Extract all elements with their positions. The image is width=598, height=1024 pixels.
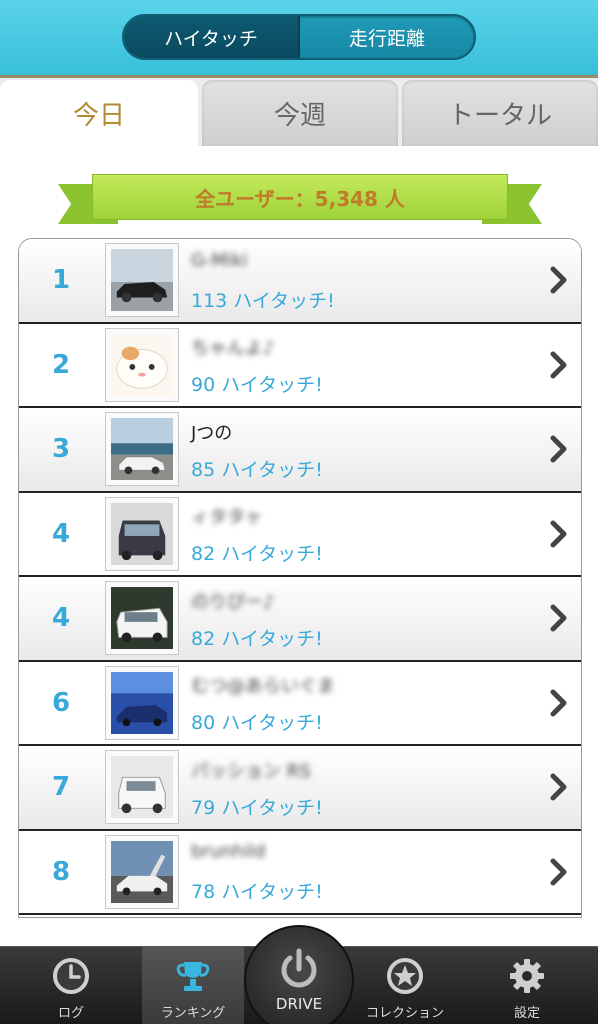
- ranking-row[interactable]: 2 ちゃんよ♪ 90 ハイタッチ!: [19, 323, 581, 408]
- row-info: ィタタヶ 82 ハイタッチ!: [191, 493, 537, 576]
- mode-segmented-control: ハイタッチ 走行距離: [122, 14, 476, 60]
- trophy-icon: [176, 962, 210, 991]
- high-touch-count: 78 ハイタッチ!: [191, 881, 323, 904]
- avatar-photo: [105, 327, 179, 402]
- ranking-row[interactable]: 4 のりぴー♪ 82 ハイタッチ!: [19, 577, 581, 662]
- row-info: パッション RS 79 ハイタッチ!: [191, 746, 537, 829]
- car-photo-image: [111, 502, 173, 565]
- chevron-right-icon: [537, 519, 581, 549]
- high-touch-count: 80 ハイタッチ!: [191, 712, 323, 735]
- ranking-row[interactable]: 7 パッション RS 79 ハイタッチ!: [19, 746, 581, 831]
- drive-label: DRIVE: [275, 995, 323, 1013]
- tab-week[interactable]: 今週: [202, 80, 398, 146]
- ranking-row[interactable]: 6 むつ@あらいぐま 80 ハイタッチ!: [19, 661, 581, 746]
- rank-number: 7: [51, 772, 71, 803]
- high-touch-count: 90 ハイタッチ!: [191, 374, 323, 397]
- header: ハイタッチ 走行距離: [0, 0, 598, 78]
- clock-icon: [53, 958, 89, 994]
- car-photo-image: [111, 671, 173, 734]
- rank-number: 1: [51, 265, 71, 296]
- car-photo: [105, 496, 179, 571]
- car-photo-image: [111, 756, 173, 819]
- car-photo-image: [111, 249, 173, 312]
- chevron-right-icon: [537, 772, 581, 802]
- user-name: パッション RS: [191, 760, 311, 782]
- gear-icon: [510, 959, 544, 993]
- user-name: ィタタヶ: [191, 507, 263, 529]
- high-touch-count: 113 ハイタッチ!: [191, 289, 335, 312]
- user-name: むつ@あらいぐま: [191, 676, 335, 698]
- high-touch-count: 79 ハイタッチ!: [191, 796, 323, 819]
- rank-number: 4: [51, 603, 71, 634]
- ranking-list: 1 G-Miki 113 ハイタッチ! 2 ちゃんよ♪ 90 ハイタッチ! 3 …: [18, 238, 582, 918]
- chevron-right-icon: [537, 350, 581, 380]
- rank-number: 8: [51, 856, 71, 887]
- total-users-banner: 全ユーザー：5,348 人: [58, 170, 542, 228]
- ranking-row[interactable]: 3 Jつの 85 ハイタッチ!: [19, 408, 581, 493]
- car-photo-image: [111, 418, 173, 481]
- car-photo: [105, 750, 179, 825]
- ranking-row[interactable]: 8 brunhild 78 ハイタッチ!: [19, 830, 581, 915]
- nav-ranking[interactable]: ランキング: [142, 947, 244, 1024]
- ranking-row[interactable]: 4 ィタタヶ 82 ハイタッチ!: [19, 492, 581, 577]
- nav-log[interactable]: ログ: [0, 947, 142, 1024]
- period-tabs: 今日 今週 トータル: [0, 78, 598, 146]
- high-touch-count: 85 ハイタッチ!: [191, 458, 323, 481]
- user-name: G-Miki: [191, 249, 248, 271]
- nav-settings-label: 設定: [513, 1006, 540, 1021]
- user-name: Jつの: [191, 422, 233, 444]
- user-name: brunhild: [191, 841, 266, 863]
- car-photo-image: [111, 840, 173, 903]
- chevron-right-icon: [537, 434, 581, 464]
- car-photo: [105, 581, 179, 656]
- chevron-right-icon: [537, 857, 581, 887]
- car-photo: [105, 665, 179, 740]
- car-photo: [105, 243, 179, 318]
- avatar-image: [111, 333, 173, 396]
- rank-number: 6: [51, 687, 71, 718]
- tab-total[interactable]: トータル: [402, 80, 598, 146]
- chevron-right-icon: [537, 603, 581, 633]
- high-touch-count: 82 ハイタッチ!: [191, 543, 323, 566]
- nav-log-label: ログ: [57, 1006, 84, 1021]
- segment-high-touch[interactable]: ハイタッチ: [124, 16, 300, 58]
- high-touch-count: 82 ハイタッチ!: [191, 627, 323, 650]
- row-info: むつ@あらいぐま 80 ハイタッチ!: [191, 662, 537, 745]
- rank-number: 2: [51, 349, 71, 380]
- nav-ranking-label: ランキング: [160, 1006, 226, 1021]
- tab-today[interactable]: 今日: [0, 80, 198, 146]
- rank-number: 3: [51, 434, 71, 465]
- total-users-label: 全ユーザー：5,348 人: [92, 174, 508, 220]
- car-photo: [105, 834, 179, 909]
- row-info: G-Miki 113 ハイタッチ!: [191, 239, 537, 322]
- chevron-right-icon: [537, 688, 581, 718]
- star-icon: [387, 958, 423, 994]
- bottom-navigation: ログ ランキング DRIVE コレクション 設定: [0, 925, 598, 1024]
- user-name: のりぴー♪: [191, 591, 275, 613]
- power-icon: [281, 948, 317, 988]
- nav-collection[interactable]: コレクション: [354, 947, 456, 1024]
- row-info: のりぴー♪ 82 ハイタッチ!: [191, 577, 537, 660]
- user-name: ちゃんよ♪: [191, 338, 275, 360]
- nav-collection-label: コレクション: [365, 1006, 444, 1021]
- ranking-row[interactable]: 1 G-Miki 113 ハイタッチ!: [19, 239, 581, 324]
- row-info: ちゃんよ♪ 90 ハイタッチ!: [191, 324, 537, 407]
- chevron-right-icon: [537, 265, 581, 295]
- car-photo-image: [111, 587, 173, 650]
- row-info: Jつの 85 ハイタッチ!: [191, 408, 537, 491]
- segment-distance[interactable]: 走行距離: [300, 16, 474, 58]
- drive-button[interactable]: DRIVE: [244, 925, 354, 1024]
- rank-number: 4: [51, 518, 71, 549]
- nav-settings[interactable]: 設定: [456, 947, 598, 1024]
- row-info: brunhild 78 ハイタッチ!: [191, 831, 537, 914]
- car-photo: [105, 412, 179, 487]
